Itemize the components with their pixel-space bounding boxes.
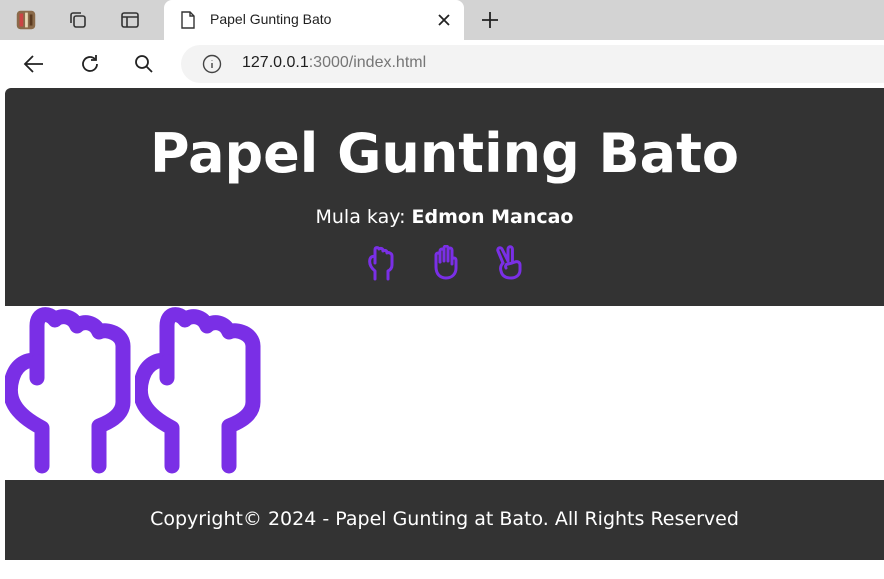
collections-icon[interactable] <box>66 8 90 32</box>
page: Papel Gunting Bato Mula kay: Edmon Manca… <box>5 88 884 579</box>
page-icon <box>180 11 196 34</box>
scissors-button[interactable] <box>492 244 526 282</box>
back-icon[interactable] <box>22 52 46 76</box>
active-tab[interactable]: Papel Gunting Bato <box>164 0 464 40</box>
choice-buttons <box>5 244 884 282</box>
url-text[interactable]: 127.0.0.1:3000/index.html <box>242 54 426 72</box>
search-icon[interactable] <box>132 52 156 76</box>
player-fist-icon <box>5 307 131 474</box>
tab-actions-icon[interactable] <box>118 8 142 32</box>
byline: Mula kay: Edmon Mancao <box>315 206 574 228</box>
computer-fist-icon <box>135 307 261 474</box>
copyright-text: Copyright© 2024 - Papel Gunting at Bato.… <box>150 508 739 530</box>
site-info-icon[interactable] <box>202 54 222 79</box>
rock-button[interactable] <box>364 244 398 282</box>
footer: Copyright© 2024 - Papel Gunting at Bato.… <box>5 480 884 560</box>
fist-icon <box>367 246 393 281</box>
open-hand-icon <box>434 245 457 280</box>
tab-title: Papel Gunting Bato <box>210 11 332 27</box>
page-title: Papel Gunting Bato <box>149 122 740 185</box>
peace-hand-icon <box>495 245 521 280</box>
reload-icon[interactable] <box>78 52 102 76</box>
browser-tab-bar: Papel Gunting Bato <box>0 0 884 40</box>
game-arena <box>5 306 884 480</box>
paper-button[interactable] <box>428 244 462 282</box>
new-tab-icon[interactable] <box>478 8 502 37</box>
header: Papel Gunting Bato Mula kay: Edmon Manca… <box>5 88 884 306</box>
author-name: Edmon Mancao <box>411 206 574 228</box>
close-tab-icon[interactable] <box>434 10 454 35</box>
profile-avatar-icon[interactable] <box>14 8 38 32</box>
